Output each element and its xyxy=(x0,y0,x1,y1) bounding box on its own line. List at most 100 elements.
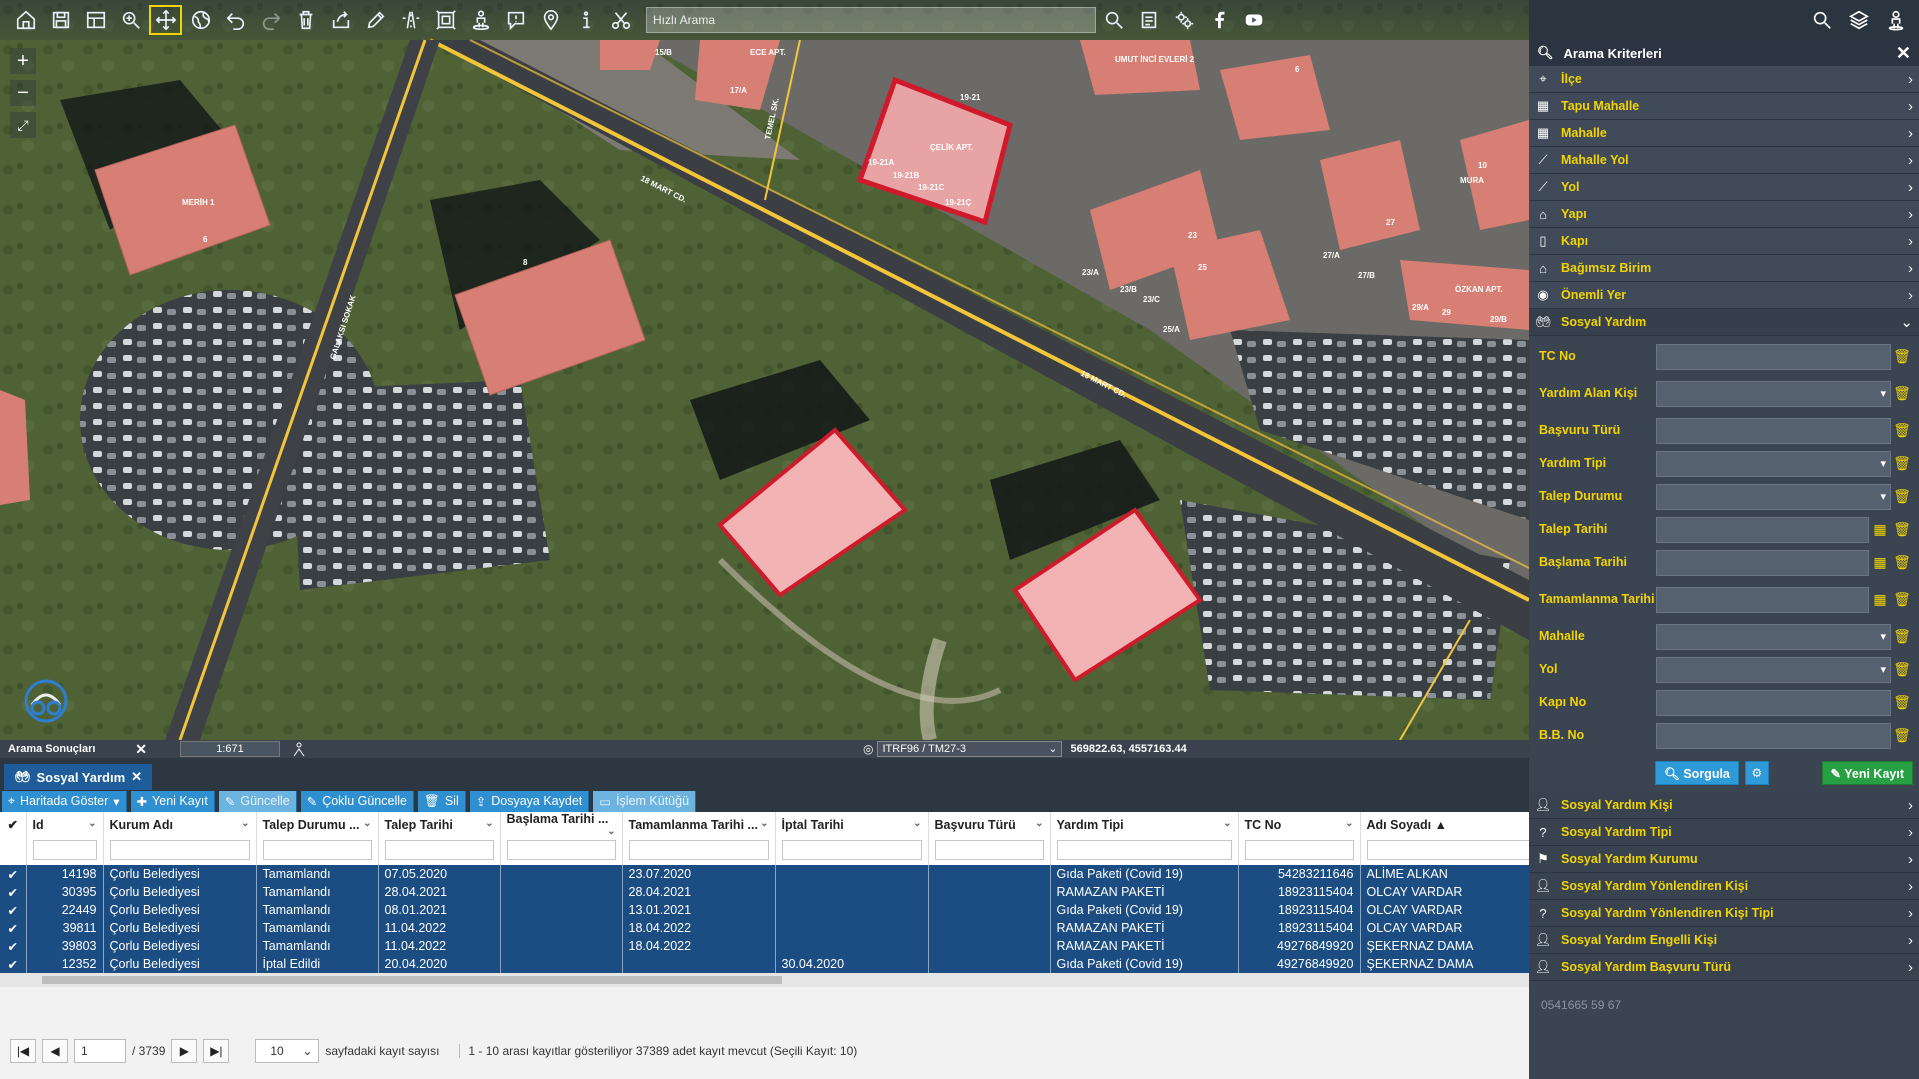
criteria-item[interactable]: ▯ Kapı › xyxy=(1529,228,1919,255)
next-page-button[interactable]: ▶ xyxy=(171,1039,198,1063)
table-row[interactable]: ✔ 30395 Çorlu Belediyesi Tamamlandı 28.04.20… xyxy=(0,883,1529,901)
table-row[interactable]: ✔ 12352 Çorlu Belediyesi İptal Edildi 20.04.… xyxy=(0,955,1529,973)
tab-sosyal-yardim[interactable]: 🤲︎ Sosyal Yardım ✕ xyxy=(4,764,153,790)
settings-gears-icon[interactable] xyxy=(1166,4,1201,36)
filter-input[interactable] xyxy=(781,840,922,860)
row-checkbox[interactable]: ✔ xyxy=(0,955,27,973)
redo-icon[interactable] xyxy=(253,4,288,36)
trash-icon[interactable]: 🗑︎ xyxy=(1891,628,1913,645)
zoom-search-icon[interactable] xyxy=(113,4,148,36)
location-pin-icon[interactable] xyxy=(533,4,568,36)
row-checkbox[interactable]: ✔ xyxy=(0,937,27,955)
info-balloon-icon[interactable] xyxy=(498,4,533,36)
table-row[interactable]: ✔ 22449 Çorlu Belediyesi Tamamlandı 08.01.20… xyxy=(0,901,1529,919)
table-row[interactable]: ✔ 39811 Çorlu Belediyesi Tamamlandı 11.04.20… xyxy=(0,919,1529,937)
row-checkbox[interactable]: ✔ xyxy=(0,919,27,937)
trash-icon[interactable]: 🗑︎ xyxy=(1891,554,1913,571)
criteria-item[interactable]: ▦ Mahalle › xyxy=(1529,120,1919,147)
form-select[interactable] xyxy=(1656,656,1891,683)
calendar-icon[interactable]: ▦ xyxy=(1869,554,1891,571)
criteria-item[interactable]: ◉ Önemli Yer › xyxy=(1529,282,1919,309)
related-item[interactable]: 👤︎ Sosyal Yardım Yönlendiren Kişi › xyxy=(1529,873,1919,900)
select-all-checkbox[interactable]: ✔ xyxy=(0,812,27,837)
action-button[interactable]: 🗑︎ Sil xyxy=(417,790,466,812)
table-row[interactable]: ✔ 14198 Çorlu Belediyesi Tamamlandı 07.05.20… xyxy=(0,865,1529,883)
horizontal-scrollbar[interactable] xyxy=(0,973,1529,987)
form-input[interactable] xyxy=(1656,586,1869,613)
search-panel-icon[interactable] xyxy=(1804,4,1839,36)
trash-icon[interactable]: 🗑︎ xyxy=(1891,521,1913,538)
trash-icon[interactable] xyxy=(288,4,323,36)
column-header[interactable]: TC No ⌄ xyxy=(1238,812,1361,837)
form-input[interactable] xyxy=(1656,689,1891,716)
row-checkbox[interactable]: ✔ xyxy=(0,865,27,883)
facebook-icon[interactable] xyxy=(1201,4,1236,36)
close-icon[interactable]: ✕ xyxy=(1896,43,1911,64)
scale-display[interactable]: 1:671 xyxy=(180,741,280,757)
filter-input[interactable] xyxy=(109,840,250,860)
trash-icon[interactable]: 🗑︎ xyxy=(1891,694,1913,711)
trash-icon[interactable]: 🗑︎ xyxy=(1891,661,1913,678)
form-select[interactable] xyxy=(1656,483,1891,510)
settings-gears-icon[interactable]: ⚙︎ xyxy=(1744,761,1769,785)
related-item[interactable]: 👤︎ Sosyal Yardım Engelli Kişi › xyxy=(1529,927,1919,954)
crs-select[interactable]: ITRF96 / TM27-3 ⌄ xyxy=(877,741,1063,757)
filter-input[interactable] xyxy=(262,840,372,860)
filter-input[interactable] xyxy=(1056,840,1232,860)
close-icon[interactable]: ✕ xyxy=(131,769,142,785)
criteria-item[interactable]: ⌂ Yapı › xyxy=(1529,201,1919,228)
page-size-select[interactable]: 10 ⌄ xyxy=(255,1039,320,1063)
form-select[interactable] xyxy=(1656,623,1891,650)
new-record-button[interactable]: ✎ Yeni Kayıt xyxy=(1821,761,1913,785)
form-input[interactable] xyxy=(1656,722,1891,749)
filter-input[interactable] xyxy=(506,840,616,860)
action-button[interactable]: ⌖ Haritada Göster ▾ xyxy=(2,790,127,812)
quick-search-input[interactable] xyxy=(647,8,1095,32)
share-icon[interactable] xyxy=(323,4,358,36)
form-input[interactable] xyxy=(1656,417,1891,444)
trash-icon[interactable]: 🗑︎ xyxy=(1891,727,1913,744)
column-header[interactable]: Tamamlanma Tarihi ... ⌄ xyxy=(622,812,776,837)
criteria-item[interactable]: ⟋ Mahalle Yol › xyxy=(1529,147,1919,174)
globe-icon[interactable] xyxy=(183,4,218,36)
column-header[interactable]: Yardım Tipi ⌄ xyxy=(1050,812,1239,837)
form-input[interactable] xyxy=(1656,343,1891,370)
action-button[interactable]: ✎ Güncelle xyxy=(218,790,297,812)
close-icon[interactable]: ✕ xyxy=(135,741,147,758)
form-input[interactable] xyxy=(1656,549,1869,576)
street-view-icon[interactable] xyxy=(463,4,498,36)
layout-icon[interactable] xyxy=(78,4,113,36)
column-header[interactable]: Id ⌄ xyxy=(26,812,104,837)
table-row[interactable]: ✔ 39803 Çorlu Belediyesi Tamamlandı 11.04.20… xyxy=(0,937,1529,955)
column-header[interactable]: Başlama Tarihi ... ⌄ xyxy=(500,812,623,837)
form-select[interactable] xyxy=(1656,380,1891,407)
search-results-tab[interactable]: Arama Sonuçları ✕ xyxy=(0,741,155,758)
filter-input[interactable] xyxy=(32,840,97,860)
trash-icon[interactable]: 🗑︎ xyxy=(1891,348,1913,365)
last-page-button[interactable]: ▶| xyxy=(203,1039,230,1063)
calendar-icon[interactable]: ▦ xyxy=(1869,591,1891,608)
filter-input[interactable] xyxy=(934,840,1044,860)
query-button[interactable]: 🔍︎ Sorgula xyxy=(1655,761,1739,785)
column-header[interactable]: Kurum Adı ⌄ xyxy=(103,812,257,837)
row-checkbox[interactable]: ✔ xyxy=(0,901,27,919)
cut-tool-icon[interactable] xyxy=(603,4,638,36)
related-item[interactable]: ⚑ Sosyal Yardım Kurumu › xyxy=(1529,846,1919,873)
pencil-icon[interactable] xyxy=(358,4,393,36)
page-input[interactable]: 1 xyxy=(74,1039,126,1063)
criteria-item[interactable]: ⌂ Bağımsız Birim › xyxy=(1529,255,1919,282)
undo-icon[interactable] xyxy=(218,4,253,36)
measure-user-icon[interactable] xyxy=(290,741,308,757)
filter-input[interactable] xyxy=(1244,840,1354,860)
column-header[interactable]: Adı Soyadı ▲ xyxy=(1360,812,1529,837)
zoom-in-button[interactable]: + xyxy=(10,48,36,74)
action-button[interactable]: ✎ Çoklu Güncelle xyxy=(300,790,414,812)
action-button[interactable]: ✚ Yeni Kayıt xyxy=(130,790,215,812)
prev-page-button[interactable]: ◀ xyxy=(42,1039,68,1063)
trash-icon[interactable]: 🗑︎ xyxy=(1891,422,1913,439)
select-frame-icon[interactable] xyxy=(428,4,463,36)
search-icon[interactable] xyxy=(1096,4,1131,36)
criteria-item[interactable]: ⌖ İlçe › xyxy=(1529,66,1919,93)
column-header[interactable]: İptal Tarihi ⌄ xyxy=(775,812,929,837)
user-account-icon[interactable] xyxy=(1878,4,1913,36)
